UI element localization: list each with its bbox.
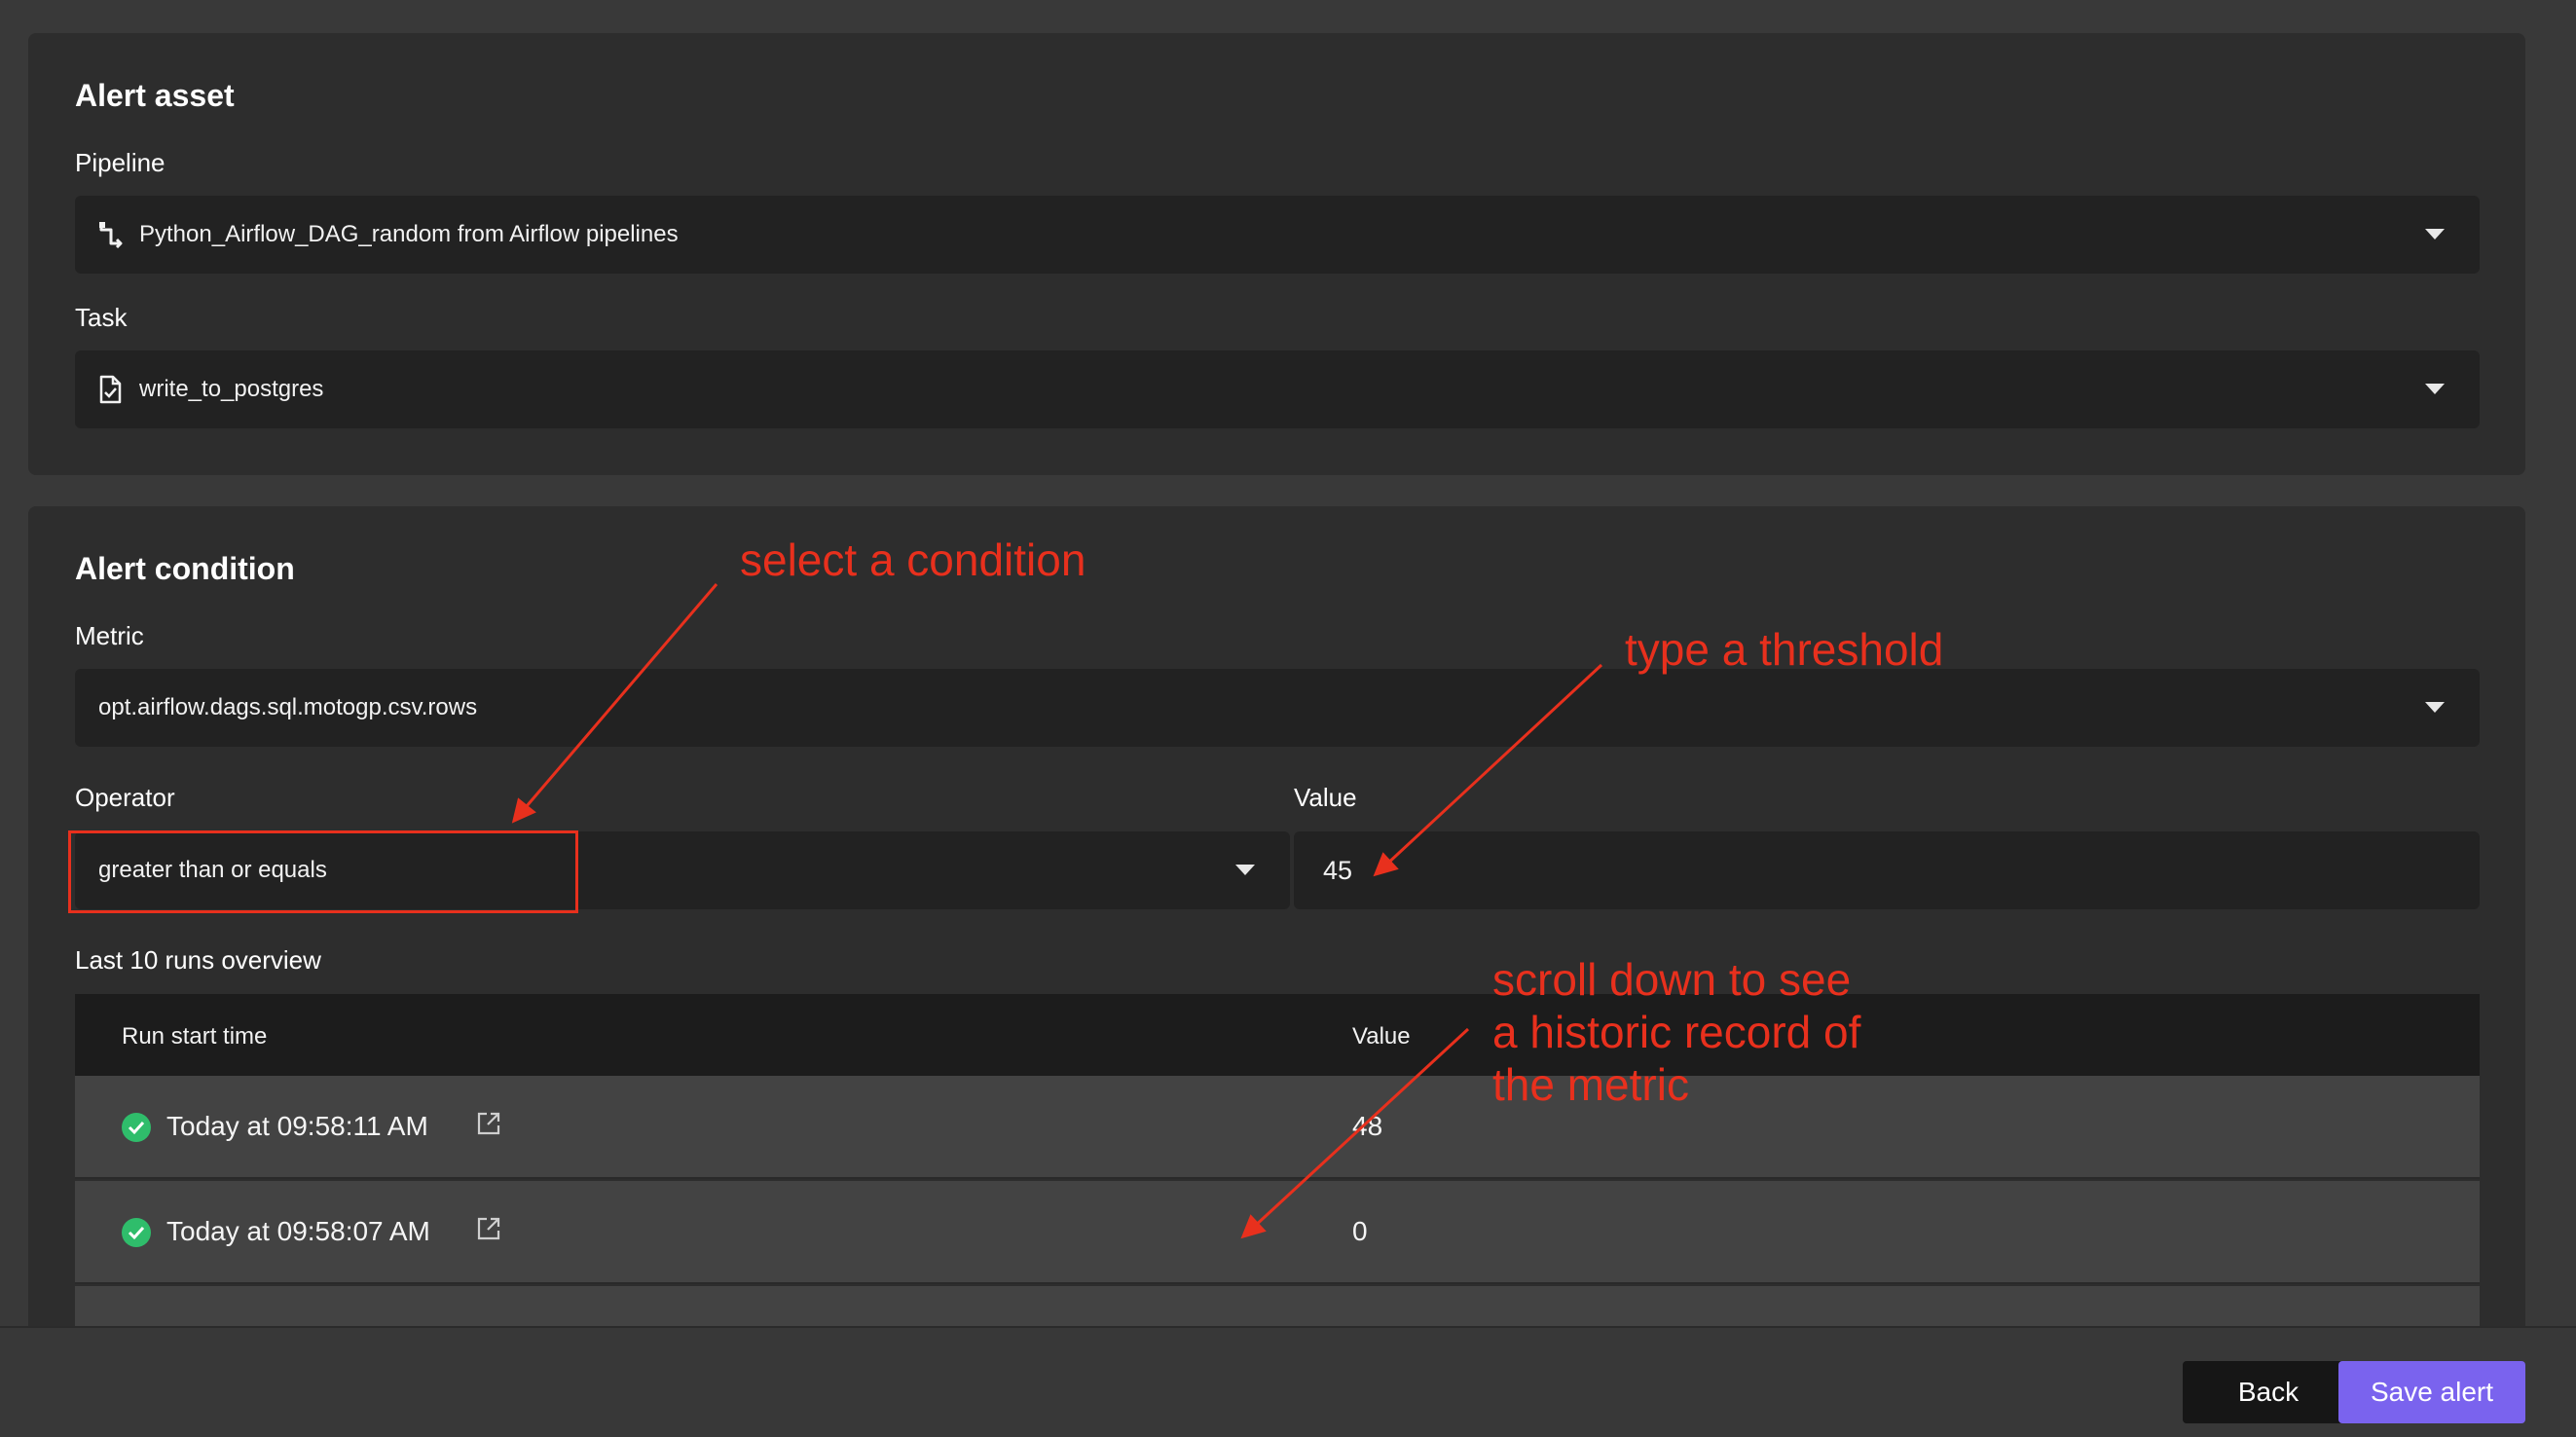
chevron-down-icon	[2425, 384, 2445, 394]
alert-asset-card: Alert asset Pipeline Python_Airflow_DAG_…	[28, 33, 2525, 475]
pipeline-label: Pipeline	[75, 148, 166, 177]
annotation-scroll-line1: scroll down to see	[1492, 954, 1852, 1005]
back-button[interactable]: Back	[2183, 1361, 2354, 1423]
alert-condition-title: Alert condition	[75, 551, 295, 586]
success-check-icon	[122, 1218, 151, 1247]
metric-value: opt.airflow.dags.sql.motogp.csv.rows	[98, 694, 478, 720]
run-value: 48	[1352, 1111, 1383, 1141]
alert-condition-card: Alert condition Metric opt.airflow.dags.…	[28, 506, 2525, 1437]
save-alert-button[interactable]: Save alert	[2338, 1361, 2525, 1423]
external-link-icon[interactable]	[476, 1111, 501, 1136]
task-value: write_to_postgres	[139, 376, 324, 402]
pipeline-value: Python_Airflow_DAG_random from Airflow p…	[139, 221, 679, 247]
chevron-down-icon	[2425, 702, 2445, 713]
metric-label: Metric	[75, 621, 144, 650]
threshold-value: 45	[1323, 855, 1353, 885]
run-start-time: Today at 09:58:07 AM	[166, 1216, 430, 1246]
annotation-select-condition: select a condition	[740, 534, 1086, 585]
alert-asset-title: Alert asset	[75, 78, 235, 113]
metric-select[interactable]: opt.airflow.dags.sql.motogp.csv.rows	[75, 669, 2480, 747]
annotation-scroll-line2: a historic record of	[1492, 1007, 1861, 1057]
value-label: Value	[1294, 783, 1357, 812]
run-value: 0	[1352, 1216, 1368, 1246]
task-select[interactable]: write_to_postgres	[75, 350, 2480, 428]
table-row: Today at 09:58:07 AM 0	[75, 1181, 2480, 1284]
success-check-icon	[122, 1113, 151, 1142]
pipeline-icon	[98, 219, 126, 250]
annotation-scroll-line3: the metric	[1492, 1059, 1689, 1110]
column-header-value: Value	[1352, 1023, 1411, 1050]
runs-table-header: Run start time Value	[75, 994, 2480, 1076]
task-file-check-icon	[98, 374, 126, 405]
task-label: Task	[75, 303, 128, 332]
annotation-type-threshold: type a threshold	[1625, 624, 1944, 675]
operator-highlight-box	[68, 830, 578, 913]
operator-label: Operator	[75, 783, 175, 812]
footer-bar: Back Save alert	[0, 1326, 2576, 1437]
table-row: Today at 09:58:11 AM 48	[75, 1076, 2480, 1179]
external-link-icon[interactable]	[476, 1216, 501, 1241]
chevron-down-icon	[2425, 229, 2445, 240]
threshold-value-input[interactable]: 45	[1294, 831, 2480, 909]
pipeline-select[interactable]: Python_Airflow_DAG_random from Airflow p…	[75, 196, 2480, 274]
chevron-down-icon	[1235, 865, 1255, 875]
column-header-run-start-time: Run start time	[122, 1023, 268, 1050]
alert-form-page: Alert asset Pipeline Python_Airflow_DAG_…	[0, 0, 2576, 1437]
run-start-time: Today at 09:58:11 AM	[166, 1111, 428, 1141]
runs-overview-label: Last 10 runs overview	[75, 945, 321, 975]
